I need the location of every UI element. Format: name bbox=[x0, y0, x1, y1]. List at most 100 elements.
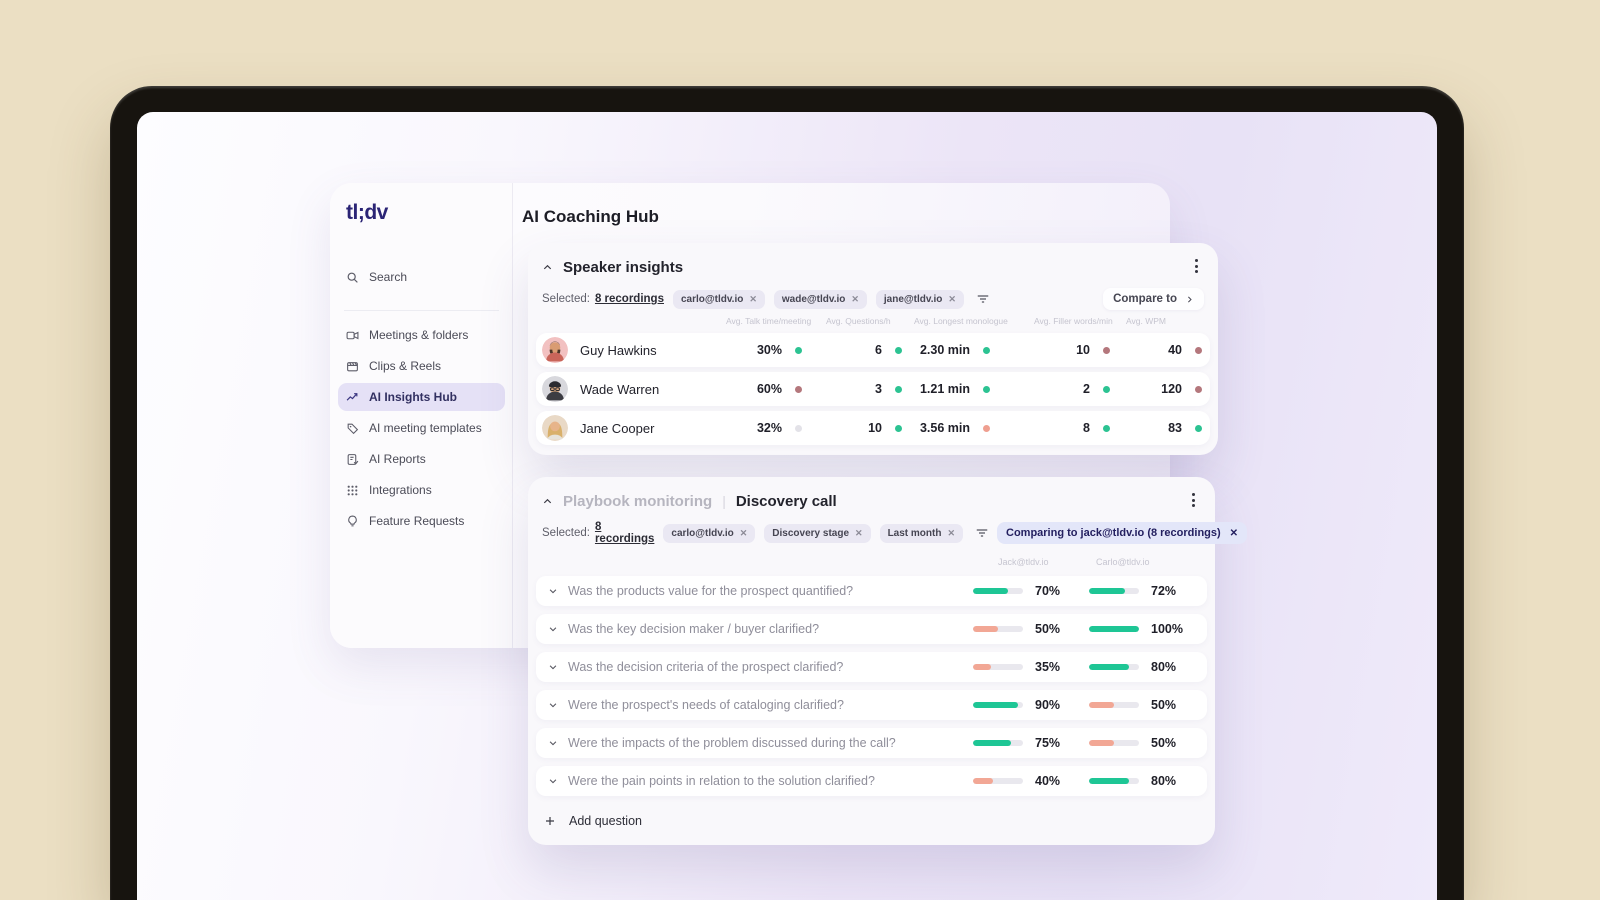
metric-talk-time: 60% bbox=[726, 382, 826, 396]
status-dot bbox=[895, 385, 902, 393]
sidebar: tl;dv Search Meetings & folders Clips & … bbox=[330, 183, 513, 648]
list-item[interactable]: Were the pain points in relation to the … bbox=[536, 766, 1207, 796]
filter-chip-last-month[interactable]: Last month ✕ bbox=[879, 523, 963, 543]
chevron-down-icon[interactable] bbox=[548, 586, 558, 596]
chip-label: carlo@tldv.io bbox=[680, 293, 744, 305]
recordings-count-link[interactable]: 8 recordings bbox=[595, 293, 664, 305]
search-input[interactable]: Search bbox=[338, 263, 505, 291]
status-dot bbox=[983, 385, 990, 393]
list-item[interactable]: Was the key decision maker / buyer clari… bbox=[536, 614, 1207, 644]
list-item[interactable]: Were the prospect's needs of cataloging … bbox=[536, 690, 1207, 720]
speaker-filter-row: Selected: 8 recordings carlo@tldv.io ✕ w… bbox=[542, 288, 1204, 310]
table-row[interactable]: Jane Cooper 32% 10 3.56 min 8 83 bbox=[536, 411, 1210, 445]
sidebar-item-label: Feature Requests bbox=[369, 514, 465, 528]
sidebar-item-integrations[interactable]: Integrations bbox=[338, 476, 505, 504]
progress-bar-carlo: 50% bbox=[1089, 736, 1193, 750]
progress-bar-jack: 35% bbox=[973, 660, 1077, 674]
progress-bar-jack: 50% bbox=[973, 622, 1077, 636]
question-text: Were the pain points in relation to the … bbox=[568, 774, 875, 788]
add-question-button[interactable]: Add question bbox=[536, 807, 1207, 835]
lightbulb-icon bbox=[348, 515, 357, 526]
chevron-right-icon bbox=[1188, 296, 1192, 302]
metric-filler-words: 8 bbox=[1034, 421, 1126, 435]
sidebar-divider bbox=[344, 310, 499, 311]
list-item[interactable]: Were the impacts of the problem discusse… bbox=[536, 728, 1207, 758]
playbook-panel-header: Playbook monitoring | Discovery call bbox=[542, 491, 1201, 511]
tldv-logo: tl;dv bbox=[346, 201, 388, 224]
sidebar-item-feature-requests[interactable]: Feature Requests bbox=[338, 507, 505, 535]
chip-close-icon[interactable]: ✕ bbox=[947, 528, 955, 539]
avatar bbox=[542, 415, 568, 441]
chip-close-icon[interactable]: ✕ bbox=[948, 294, 956, 305]
sidebar-item-ai-reports[interactable]: AI Reports bbox=[338, 445, 505, 473]
recordings-count-link[interactable]: 8 recordings bbox=[595, 521, 654, 545]
progress-bar-carlo: 80% bbox=[1089, 774, 1193, 788]
column-header: Avg. Questions/h bbox=[826, 316, 891, 326]
comparing-to-chip[interactable]: Comparing to jack@tldv.io (8 recordings)… bbox=[997, 522, 1248, 544]
laptop-screen: tl;dv Search Meetings & folders Clips & … bbox=[137, 112, 1437, 900]
add-question-label: Add question bbox=[569, 814, 642, 828]
chevron-down-icon[interactable] bbox=[548, 700, 558, 710]
speaker-insights-panel: Speaker insights Selected: 8 recordings … bbox=[528, 243, 1218, 455]
kebab-menu-icon[interactable] bbox=[1185, 492, 1201, 508]
progress-bar-jack: 40% bbox=[973, 774, 1077, 788]
sidebar-item-ai-meeting-templates[interactable]: AI meeting templates bbox=[338, 414, 505, 442]
chip-close-icon[interactable]: ✕ bbox=[749, 294, 757, 305]
filter-lines-icon[interactable] bbox=[977, 294, 989, 304]
speaker-name: Guy Hawkins bbox=[580, 342, 657, 358]
video-camera-icon bbox=[346, 331, 359, 339]
chip-close-icon[interactable]: ✕ bbox=[855, 528, 863, 539]
chevron-down-icon[interactable] bbox=[548, 662, 558, 672]
grid-dots-icon bbox=[347, 485, 358, 495]
metric-wpm: 120 bbox=[1126, 382, 1210, 396]
sidebar-item-clips-reels[interactable]: Clips & Reels bbox=[338, 352, 505, 380]
chevron-down-icon[interactable] bbox=[548, 776, 558, 786]
search-label: Search bbox=[369, 270, 408, 284]
compare-to-button[interactable]: Compare to bbox=[1103, 288, 1204, 310]
kebab-menu-icon[interactable] bbox=[1188, 258, 1204, 274]
table-row[interactable]: Wade Warren 60% 3 1.21 min 2 120 bbox=[536, 372, 1210, 406]
trend-line-icon bbox=[346, 392, 358, 401]
speaker-name: Wade Warren bbox=[580, 381, 660, 397]
status-dot bbox=[795, 385, 802, 393]
question-text: Was the key decision maker / buyer clari… bbox=[568, 622, 820, 636]
filter-chip-wade[interactable]: wade@tldv.io ✕ bbox=[773, 289, 867, 309]
progress-bar-carlo: 80% bbox=[1089, 660, 1193, 674]
avatar bbox=[542, 337, 568, 363]
collapse-chevron-up-icon[interactable] bbox=[542, 496, 553, 507]
avatar bbox=[542, 376, 568, 402]
sidebar-item-label: AI Reports bbox=[369, 452, 426, 466]
sidebar-item-ai-insights-hub[interactable]: AI Insights Hub bbox=[338, 383, 505, 411]
filter-chip-carlo[interactable]: carlo@tldv.io ✕ bbox=[672, 289, 765, 309]
filter-chip-carlo[interactable]: carlo@tldv.io ✕ bbox=[663, 523, 756, 543]
chip-close-icon[interactable]: ✕ bbox=[1230, 528, 1238, 539]
chip-close-icon[interactable]: ✕ bbox=[740, 528, 748, 539]
speaker-panel-title: Speaker insights bbox=[563, 258, 684, 276]
progress-bar-jack: 90% bbox=[973, 698, 1077, 712]
search-icon bbox=[347, 272, 358, 283]
metric-wpm: 40 bbox=[1126, 343, 1210, 357]
chip-label: carlo@tldv.io bbox=[671, 527, 734, 539]
collapse-chevron-up-icon[interactable] bbox=[542, 262, 553, 273]
question-list: Was the products value for the prospect … bbox=[536, 576, 1207, 796]
chevron-down-icon[interactable] bbox=[548, 624, 558, 634]
table-row[interactable]: Guy Hawkins 30% 6 2.30 min 10 40 bbox=[536, 333, 1210, 367]
filter-chip-discovery-stage[interactable]: Discovery stage ✕ bbox=[764, 523, 871, 543]
sidebar-item-label: Meetings & folders bbox=[369, 328, 469, 342]
selected-label: Selected: bbox=[542, 293, 590, 305]
filter-chip-jane[interactable]: jane@tldv.io ✕ bbox=[875, 289, 964, 309]
comparing-to-label: Comparing to jack@tldv.io (8 recordings) bbox=[1006, 527, 1221, 539]
chevron-down-icon[interactable] bbox=[548, 738, 558, 748]
chip-label: Discovery stage bbox=[772, 527, 850, 539]
progress-bar-jack: 70% bbox=[973, 584, 1077, 598]
list-item[interactable]: Was the decision criteria of the prospec… bbox=[536, 652, 1207, 682]
sidebar-item-meetings-folders[interactable]: Meetings & folders bbox=[338, 321, 505, 349]
report-icon bbox=[347, 453, 359, 465]
chip-close-icon[interactable]: ✕ bbox=[851, 294, 859, 305]
sidebar-item-label: AI meeting templates bbox=[369, 421, 482, 435]
column-header: Avg. Filler words/min bbox=[1034, 316, 1113, 326]
metric-questions: 3 bbox=[826, 382, 914, 396]
playbook-panel-title: Playbook monitoring bbox=[563, 492, 713, 510]
filter-lines-icon[interactable] bbox=[976, 528, 988, 538]
list-item[interactable]: Was the products value for the prospect … bbox=[536, 576, 1207, 606]
